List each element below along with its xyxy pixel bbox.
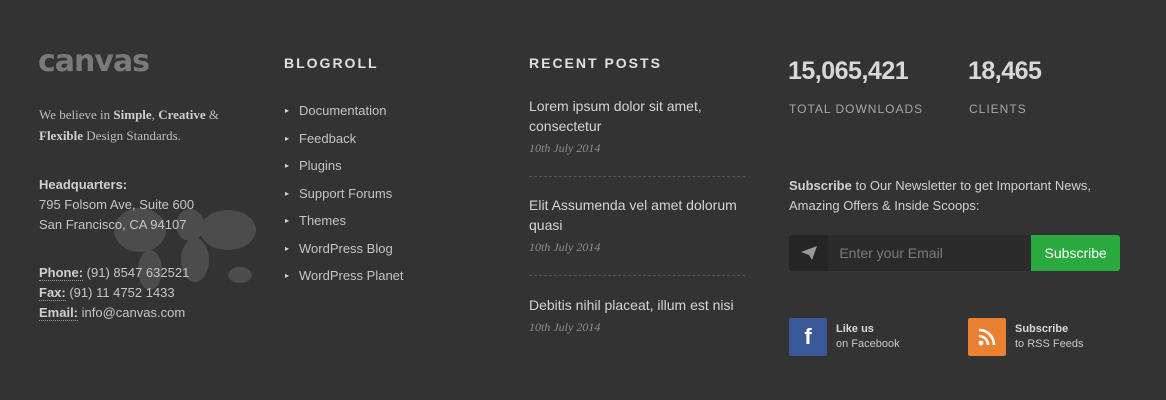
phone-line: Phone: (91) 8547 632521 [39,263,189,283]
blogroll-heading: BLOGROLL [284,55,379,71]
downloads-count: 15,065,421 [788,57,909,85]
blogroll-item[interactable]: ▸ Themes [285,207,404,235]
clients-count: 18,465 [968,57,1042,85]
newsletter-text: Subscribe to Our Newsletter to get Impor… [789,178,1092,213]
clients-label: CLIENTS [969,102,1027,116]
post-date: 10th July 2014 [529,141,601,155]
phone-label: Phone: [39,265,84,281]
address-line-2: San Francisco, CA 94107 [39,217,187,232]
rss-icon [968,318,1006,356]
post-item: Elit Assumenda vel amet dolorum quasi 10… [529,195,745,255]
post-date: 10th July 2014 [529,240,601,254]
fax-label: Fax: [39,285,66,301]
address-line-1: 795 Folsom Ave, Suite 600 [39,197,195,212]
chevron-right-icon: ▸ [285,133,290,143]
post-divider [529,176,745,177]
downloads-label: TOTAL DOWNLOADS [789,102,924,116]
blogroll-item[interactable]: ▸ Documentation [285,97,404,125]
chevron-right-icon: ▸ [285,243,290,253]
blogroll-item[interactable]: ▸ WordPress Planet [285,262,404,290]
blogroll-item[interactable]: ▸ Support Forums [285,180,404,208]
post-item: Lorem ipsum dolor sit amet, consectetur … [529,96,745,156]
facebook-line-2: on Facebook [836,338,900,350]
blogroll-list: ▸ Documentation ▸ Feedback ▸ Plugins ▸ Suppo… [285,97,404,290]
rss-link[interactable]: Subscribe to RSS Feeds [968,318,1083,356]
chevron-right-icon: ▸ [285,188,290,198]
subscribe-button[interactable]: Subscribe [1031,235,1120,271]
facebook-icon: f [789,318,827,356]
rss-line-2: to RSS Feeds [1015,338,1084,350]
rss-line-1: Subscribe [1015,323,1069,335]
email-value[interactable]: info@canvas.com [78,305,186,320]
paper-plane-icon [789,235,829,271]
email-label: Email: [39,305,79,321]
recent-posts-heading: RECENT POSTS [529,55,662,71]
post-title[interactable]: Debitis nihil placeat, illum est nisi [529,295,745,315]
chevron-right-icon: ▸ [285,106,290,116]
newsletter-form: Subscribe [789,235,1120,271]
post-item: Debitis nihil placeat, illum est nisi 10… [529,295,745,335]
headquarters-label: Headquarters: [39,177,128,192]
post-divider [529,275,745,276]
contact-block: Phone: (91) 8547 632521 Fax: (91) 11 475… [39,263,189,323]
post-title[interactable]: Elit Assumenda vel amet dolorum quasi [529,195,745,235]
facebook-link[interactable]: f Like us on Facebook [789,318,900,356]
phone-value: (91) 8547 632521 [83,265,190,280]
headquarters-block: Headquarters: 795 Folsom Ave, Suite 600 … [39,175,194,235]
chevron-right-icon: ▸ [285,271,290,281]
post-date: 10th July 2014 [529,320,601,334]
blogroll-item[interactable]: ▸ Plugins [285,152,404,180]
email-input[interactable] [828,235,1032,271]
blogroll-item[interactable]: ▸ WordPress Blog [285,235,404,263]
chevron-right-icon: ▸ [285,216,290,226]
facebook-line-1: Like us [836,323,874,335]
about-text: We believe in Simple, Creative & Flexibl… [39,107,219,143]
post-title[interactable]: Lorem ipsum dolor sit amet, consectetur [529,96,745,136]
chevron-right-icon: ▸ [285,161,290,171]
logo[interactable]: canvas [38,42,150,82]
blogroll-item[interactable]: ▸ Feedback [285,125,404,153]
fax-line: Fax: (91) 11 4752 1433 [39,283,189,303]
email-line[interactable]: Email: info@canvas.com [39,303,189,323]
fax-value: (91) 11 4752 1433 [65,285,175,300]
